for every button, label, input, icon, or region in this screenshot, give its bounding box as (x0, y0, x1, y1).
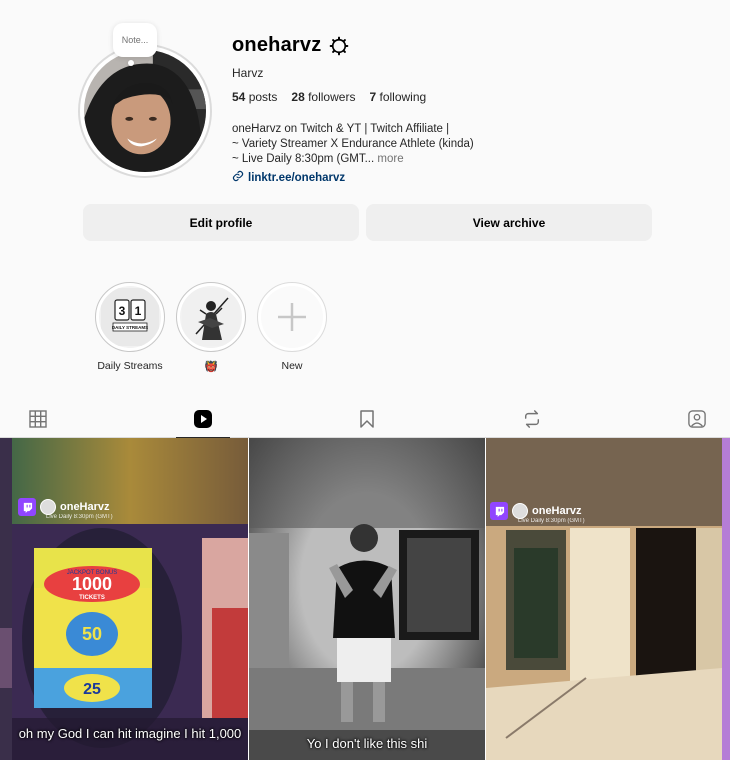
note-bubble-tail (128, 60, 134, 66)
reels-grid: JACKPOT BONUS 1000 TICKETS 50 25 oneHarv… (0, 438, 730, 760)
highlight-label: Daily Streams (97, 360, 163, 372)
reel-thumbnail-hallway (486, 438, 722, 760)
followers-label: followers (308, 90, 356, 104)
highlight-ring (257, 282, 327, 352)
posts-label: posts (248, 90, 278, 104)
twitch-icon (490, 502, 508, 520)
highlight-samurai[interactable]: 👹 (176, 282, 246, 373)
calendar-digit-1: 3 (119, 304, 126, 318)
tab-reels[interactable] (176, 400, 230, 439)
grid-icon (29, 410, 47, 428)
next-reel-sliver (722, 438, 730, 760)
view-archive-button[interactable]: View archive (366, 204, 652, 241)
overlay-channel-name: oneHarvz (60, 501, 110, 513)
machine-1000: 1000 (72, 574, 112, 594)
profile-tabs (0, 400, 730, 439)
overlay-subtitle: Live Daily 8:30pm (GMT) (518, 518, 585, 524)
reel-thumbnail-lobby (249, 438, 485, 760)
machine-25: 25 (83, 681, 101, 698)
calendar-digit-2: 1 (135, 304, 142, 318)
calendar-caption: DAILY STREAMS (112, 325, 148, 330)
repost-icon (524, 410, 540, 428)
avatar-image (84, 50, 206, 172)
reel-thumbnail-arcade: JACKPOT BONUS 1000 TICKETS 50 25 (12, 438, 248, 760)
bio-more-link[interactable]: more (377, 153, 403, 165)
username: oneharvz (232, 34, 322, 56)
reels-icon (194, 410, 212, 428)
highlight-label: New (281, 360, 303, 372)
bio-link[interactable]: linktr.ee/oneharvz (232, 170, 345, 185)
tab-saved[interactable] (340, 400, 394, 438)
overlay-avatar (40, 499, 56, 515)
profile-stats: 54 posts 28 followers 7 following (232, 90, 426, 104)
reel-caption: oh my God I can hit imagine I hit 1,000 (18, 726, 242, 741)
twitch-icon (18, 498, 36, 516)
posts-count: 54 (232, 90, 246, 104)
plus-icon (261, 286, 323, 348)
daily-streams-cover: 3 1 DAILY STREAMS (99, 286, 161, 348)
highlight-label: 👹 (204, 361, 218, 373)
machine-50: 50 (82, 624, 102, 644)
bio-line-2: ~ Variety Streamer X Endurance Athlete (… (232, 138, 474, 150)
settings-gear-icon[interactable] (329, 36, 349, 56)
bio-line-1: oneHarvz on Twitch & YT | Twitch Affilia… (232, 123, 450, 135)
note-bubble[interactable]: Note... (113, 23, 157, 57)
username-row: oneharvz (232, 34, 349, 57)
highlight-daily-streams[interactable]: 3 1 DAILY STREAMS Daily Streams (95, 282, 165, 372)
following-label: following (379, 90, 427, 104)
bio: oneHarvz on Twitch & YT | Twitch Affilia… (232, 122, 474, 167)
reel-tile[interactable]: JACKPOT BONUS 1000 TICKETS 50 25 oneHarv… (12, 438, 248, 760)
machine-tickets: TICKETS (79, 595, 105, 601)
previous-reel-sliver (0, 438, 12, 760)
bio-line-3-row: ~ Live Daily 8:30pm (GMT... more (232, 152, 474, 167)
bio-line-3: ~ Live Daily 8:30pm (GMT... (232, 153, 375, 165)
tagged-icon (688, 410, 706, 428)
samurai-cover (180, 286, 242, 348)
tab-posts[interactable] (11, 400, 65, 438)
link-icon (232, 170, 244, 185)
followers-count: 28 (291, 90, 305, 104)
edit-profile-button[interactable]: Edit profile (83, 204, 359, 241)
profile-avatar[interactable] (78, 44, 212, 178)
reel-tile[interactable]: Yo I don't like this shi (249, 438, 485, 760)
highlight-new[interactable]: New (257, 282, 327, 372)
bookmark-icon (360, 410, 374, 428)
bio-link-text: linktr.ee/oneharvz (248, 171, 346, 184)
overlay-channel-name: oneHarvz (532, 505, 582, 517)
reel-tile[interactable]: oneHarvz Live Daily 8:30pm (GMT) (486, 438, 722, 760)
followers-stat[interactable]: 28 followers (291, 90, 355, 104)
tab-reposts[interactable] (505, 400, 559, 438)
overlay-avatar (512, 503, 528, 519)
display-name: Harvz (232, 66, 264, 80)
highlight-ring: 3 1 DAILY STREAMS (95, 282, 165, 352)
tab-tagged[interactable] (670, 400, 724, 438)
following-stat[interactable]: 7 following (369, 90, 426, 104)
posts-stat: 54 posts (232, 90, 277, 104)
overlay-subtitle: Live Daily 8:30pm (GMT) (46, 514, 113, 520)
following-count: 7 (369, 90, 377, 104)
highlight-ring (176, 282, 246, 352)
reel-caption: Yo I don't like this shi (306, 736, 428, 751)
